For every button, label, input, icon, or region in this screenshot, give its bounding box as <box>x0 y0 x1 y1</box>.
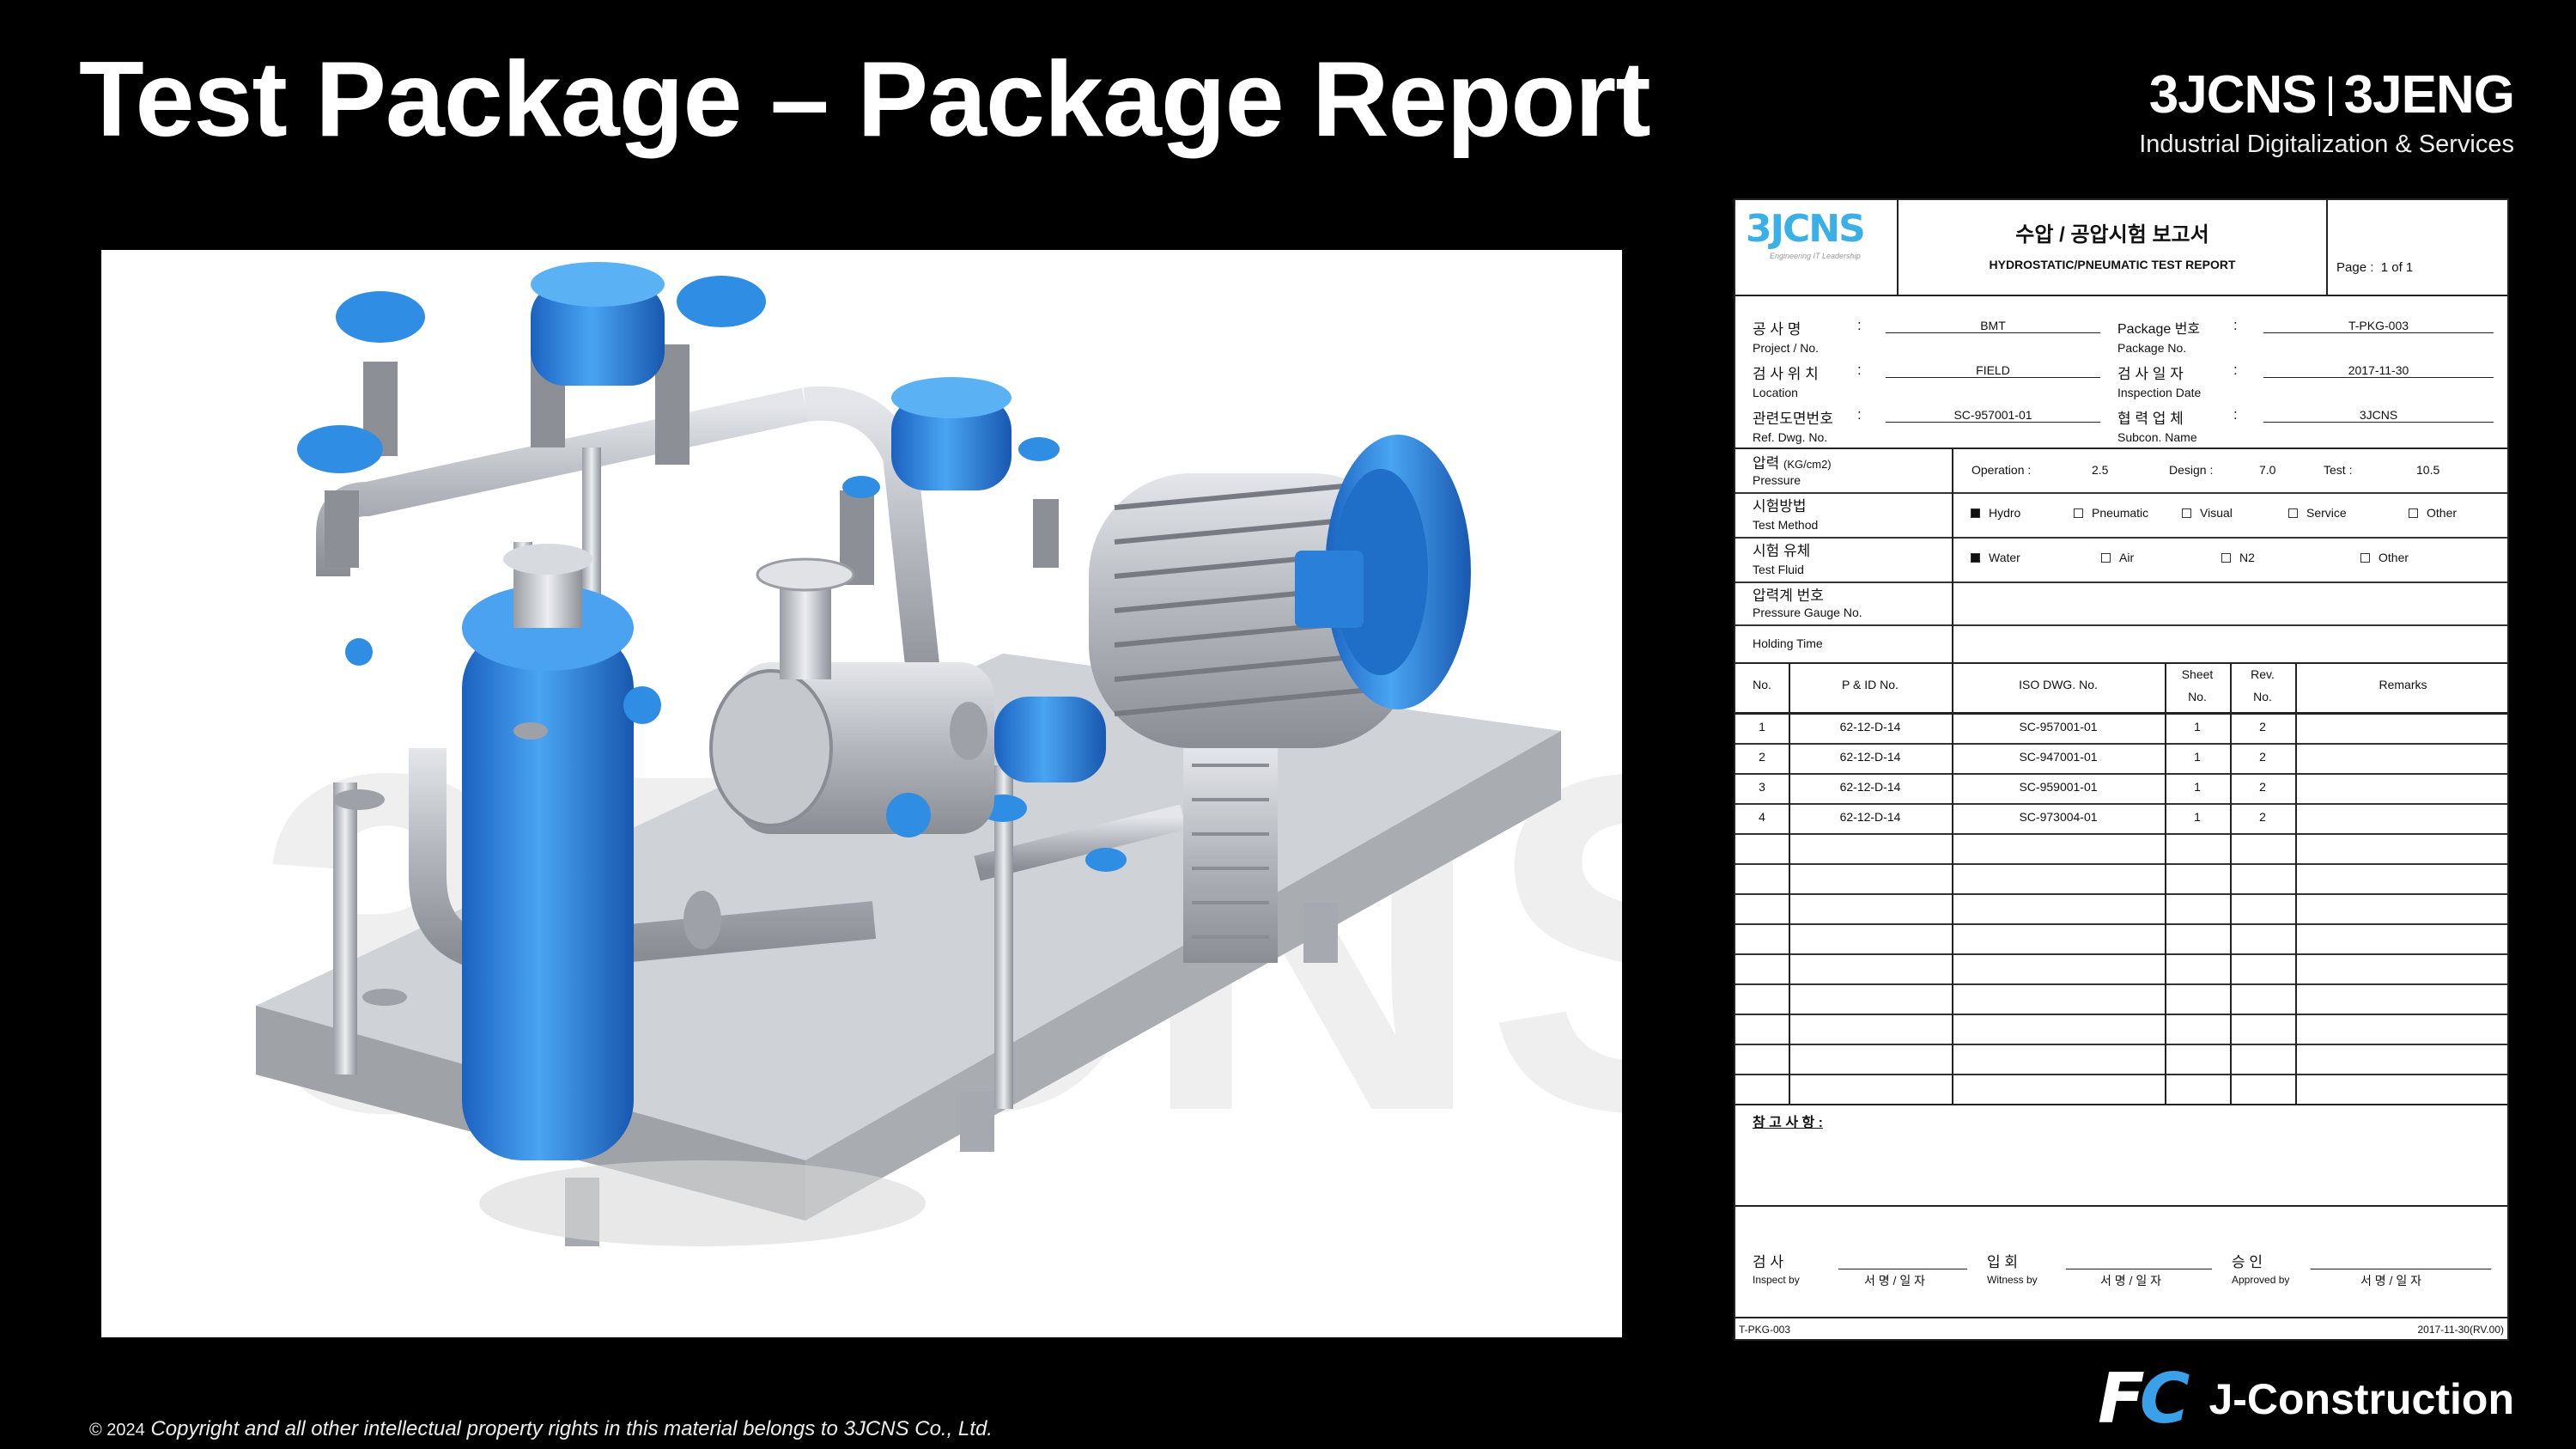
gauge-label: 압력계 번호 <box>1753 588 1824 604</box>
fluid-air-checkbox: Air <box>2101 551 2134 564</box>
fluid-n2-checkbox: N2 <box>2221 551 2255 564</box>
test-report-document: 3JCNS Engineering IT Leadership 수압 / 공압시… <box>1734 198 2509 1341</box>
report-footer-id: T-PKG-003 <box>1739 1324 1791 1336</box>
pump-skid-illustration: 3JCNS <box>101 250 1622 1337</box>
fc-mark-icon: FC <box>2098 1359 2190 1439</box>
j-construction-name: J-Construction <box>2208 1374 2514 1423</box>
notes-label: 참 고 사 항 : <box>1753 1116 1823 1130</box>
brand-3jcns: 3JCNS <box>2148 65 2318 125</box>
brand-3jeng: 3JENG <box>2343 65 2515 125</box>
report-title: 수압 / 공압시험 보고서 HYDROSTATIC/PNEUMATIC TEST… <box>1899 200 2328 295</box>
method-hydro-checkbox: Hydro <box>1971 506 2020 520</box>
slide-title: Test Package – Package Report <box>79 40 1651 159</box>
method-pneumatic-checkbox: Pneumatic <box>2074 506 2148 520</box>
brand-logo: 3JCNS 3JENG Industrial Digitalization & S… <box>2139 69 2515 159</box>
method-visual-checkbox: Visual <box>2182 506 2233 520</box>
fluid-other-checkbox: Other <box>2360 551 2409 564</box>
report-header: 3JCNS Engineering IT Leadership 수압 / 공압시… <box>1735 200 2507 296</box>
fluid-water-checkbox: Water <box>1971 551 2020 564</box>
brand-subtitle: Industrial Digitalization & Services <box>2139 131 2514 158</box>
report-logo: 3JCNS Engineering IT Leadership <box>1735 200 1899 295</box>
package-value: T-PKG-003 <box>2263 319 2494 333</box>
method-service-checkbox: Service <box>2288 506 2347 520</box>
inspection-date-value: 2017-11-30 <box>2263 363 2494 378</box>
method-other-checkbox: Other <box>2409 506 2457 520</box>
location-value: FIELD <box>1886 363 2100 378</box>
subcon-value: 3JCNS <box>2263 408 2494 423</box>
j-construction-logo: FC J-Construction <box>2098 1359 2514 1439</box>
holding-time-label: Holding Time <box>1753 636 1823 650</box>
project-value: BMT <box>1886 319 2100 333</box>
copyright-notice: © 2024 Copyright and all other intellect… <box>89 1417 993 1440</box>
report-footer-rev: 2017-11-30(RV.00) <box>2417 1324 2504 1336</box>
page-number: Page : 1 of 1 <box>2336 260 2414 275</box>
ref-dwg-value: SC-957001-01 <box>1886 408 2100 423</box>
